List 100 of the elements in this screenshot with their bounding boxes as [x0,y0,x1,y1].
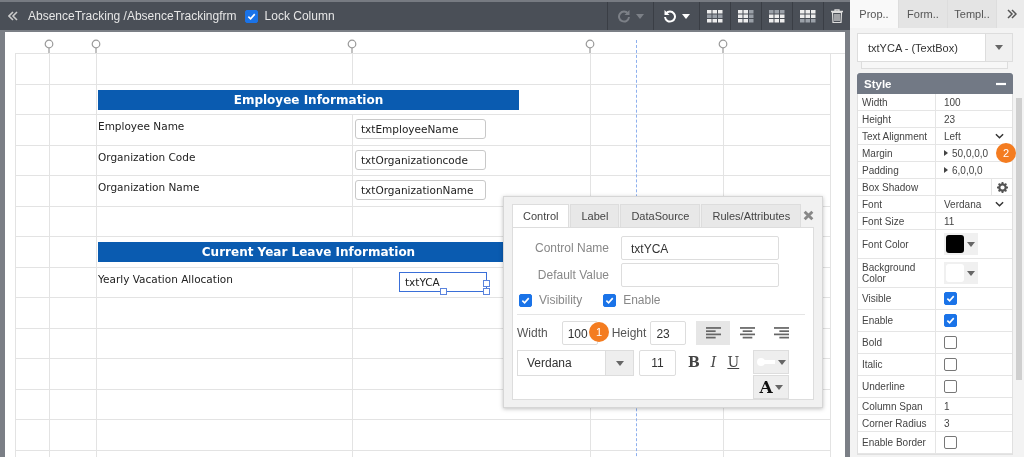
property-label: Column Span [862,400,923,412]
property-label: Font Size [862,215,905,227]
control-selector[interactable]: txtYCA - (TextBox) [857,33,1013,62]
align-right-icon [773,327,789,339]
property-label: Width [862,96,888,108]
height-label: Height [611,326,647,340]
column-handle-icon[interactable] [44,39,54,53]
field-label: Organization Name [98,181,200,193]
text-box[interactable]: txtYCA [399,271,487,292]
callout-badge: 1 [589,322,609,342]
property-label: Italic [862,359,883,370]
column-handle-icon[interactable] [347,39,357,53]
field-label: Yearly Vacation Allocation [98,272,233,285]
property-label: Corner Radius [862,417,927,429]
property-value[interactable]: 100 [944,96,961,108]
field-label: Control Name [533,241,609,255]
expand-icon[interactable] [1007,9,1017,19]
checkbox[interactable] [944,436,957,449]
highlight-color-button[interactable] [753,350,790,374]
field-label: Organization Code [98,150,196,163]
property-label: Underline [862,381,905,392]
align-left-button[interactable] [696,321,731,345]
bold-button[interactable]: B [685,354,703,370]
height-field[interactable]: 23 [650,321,687,345]
text-color-button[interactable]: A [753,375,790,399]
text-field[interactable] [621,263,779,287]
dialog-tab[interactable]: DataSource [620,204,701,227]
collapse-icon[interactable] [8,11,18,21]
grid-cell [50,359,97,390]
checkbox[interactable] [944,292,957,305]
checkbox-label: Visibility [539,293,583,307]
italic-button[interactable]: I [707,354,720,370]
checkbox[interactable] [244,9,258,23]
checkbox[interactable] [944,380,957,393]
property-value[interactable]: 3 [944,417,950,429]
font-dropdown[interactable]: Verdana [517,350,634,376]
caret-icon [774,384,783,390]
panel-tab[interactable]: Templ.. [948,0,997,28]
text-field[interactable]: txtYCA [621,236,779,260]
color-picker[interactable] [944,233,978,255]
grid-icon [707,9,723,23]
panel-tab[interactable]: Form.. [899,0,948,28]
trash-icon [831,9,843,23]
checkbox-label: Enable [623,293,661,307]
property-label: Text Alignment [862,130,928,142]
checkbox[interactable] [944,358,957,371]
property-label: Bold [862,337,882,348]
text-box[interactable]: txtEmployeeName [355,119,486,139]
section-header[interactable]: Style [857,73,1013,94]
property-label: Font [862,198,882,210]
checkbox[interactable] [603,293,617,307]
underline-button[interactable]: U [724,354,743,370]
expand-arrow-icon[interactable] [944,150,948,156]
checkbox[interactable] [944,336,957,349]
property-value: 50,0,0,0 [952,147,989,159]
width-label: Width [517,326,548,340]
text-box[interactable]: txtOrganizationcode [355,149,486,170]
dialog-tab[interactable]: Control [512,204,570,227]
lock-column-label: Lock Column [264,9,335,23]
grid-cell [50,389,97,420]
property-label: Background Color [862,262,917,284]
property-label: Font Color [862,238,909,250]
checkbox[interactable] [944,314,957,327]
color-picker[interactable] [944,262,978,284]
property-dropdown[interactable]: Verdana [944,198,1004,210]
vertical-scrollbar[interactable] [1016,98,1022,380]
section-header: Employee Information [98,89,519,110]
grid-cell [50,328,97,359]
section-title: Style [864,77,892,90]
undo-icon [663,9,677,23]
caret-icon [967,241,975,247]
panel-tab[interactable]: Prop.. [850,0,899,28]
align-center-icon [739,327,755,339]
column-handle-icon[interactable] [718,39,728,53]
dialog-tab[interactable]: Label [570,204,620,227]
close-icon[interactable] [803,210,815,221]
grid-cell [50,206,97,237]
grid-cell [50,420,97,451]
font-size-field[interactable]: 11 [639,350,676,376]
property-label: Box Shadow [862,181,919,193]
grid-icon [800,9,816,23]
text-box[interactable]: txtOrganizationName [355,180,486,200]
property-value[interactable]: 11 [944,215,955,227]
grid-icon [769,9,785,23]
property-value[interactable]: 1 [944,400,950,412]
checkbox[interactable] [519,293,532,307]
property-label: Enable [862,315,894,326]
property-label: Visible [862,293,892,304]
property-dropdown[interactable]: Left [944,130,1004,142]
property-label: Height [862,113,891,125]
column-handle-icon[interactable] [91,39,101,53]
caret-icon [995,45,1003,50]
column-handle-icon[interactable] [585,39,595,53]
caret-icon [615,360,624,366]
callout-badge: 2 [996,143,1016,163]
expand-arrow-icon[interactable] [944,167,948,173]
dialog-tab[interactable]: Rules/Attributes [701,204,802,227]
redo-icon [617,9,631,23]
property-value[interactable]: 23 [944,113,956,125]
caret-icon [967,270,975,276]
